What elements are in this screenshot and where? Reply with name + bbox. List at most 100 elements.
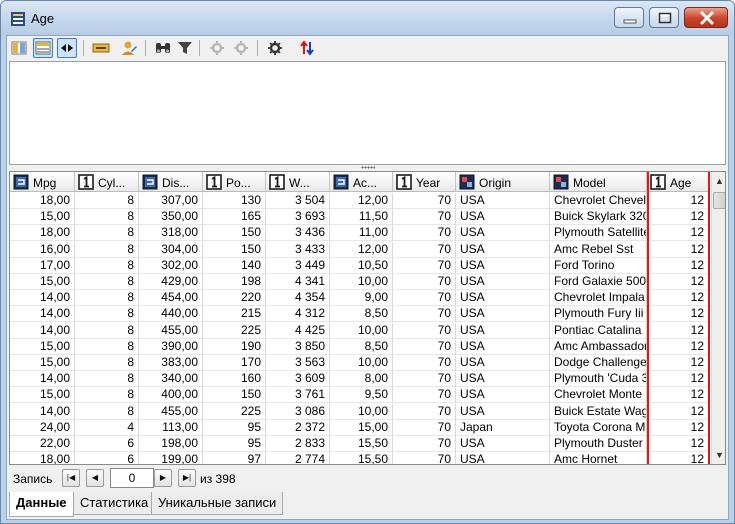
- table-cell[interactable]: 150: [203, 225, 266, 242]
- table-cell[interactable]: 165: [203, 209, 266, 226]
- table-cell[interactable]: 199,00: [139, 452, 203, 464]
- table-cell[interactable]: 8: [75, 403, 139, 420]
- table-cell[interactable]: 70: [393, 209, 456, 226]
- table-cell[interactable]: 2 833: [266, 436, 330, 452]
- table-cell[interactable]: 2 372: [266, 419, 330, 436]
- table-cell[interactable]: USA: [456, 322, 550, 339]
- table-row[interactable]: 22,00 6 198,00 95 2 833 15,50 70 USA Plymouth Du…: [10, 436, 709, 452]
- table-cell[interactable]: 15,00: [10, 274, 75, 290]
- table-cell[interactable]: 12: [647, 257, 709, 274]
- table-row[interactable]: 14,00 8 340,00 160 3 609 8,00 70 USA Plymouth 'C…: [10, 371, 709, 388]
- table-cell[interactable]: 11,00: [330, 225, 393, 242]
- table-cell[interactable]: 11,50: [330, 209, 393, 226]
- table-cell[interactable]: 3 850: [266, 338, 330, 355]
- swap-horizontal-button[interactable]: [57, 38, 77, 58]
- table-cell[interactable]: 3 449: [266, 257, 330, 274]
- table-cell[interactable]: 12: [647, 419, 709, 436]
- table-cell[interactable]: 3 761: [266, 387, 330, 404]
- table-cell[interactable]: 70: [393, 338, 456, 355]
- table-cell[interactable]: Ford Torino: [550, 257, 647, 274]
- title-bar[interactable]: Age: [1, 1, 734, 35]
- table-cell[interactable]: 170: [203, 355, 266, 371]
- table-cell[interactable]: 3 433: [266, 241, 330, 258]
- table-cell[interactable]: 440,00: [139, 306, 203, 323]
- column-header[interactable]: Model: [550, 172, 647, 192]
- tab-unique-records[interactable]: Уникальные записи: [151, 492, 284, 515]
- filter-expression-area[interactable]: [9, 61, 726, 165]
- table-cell[interactable]: USA: [456, 274, 550, 290]
- table-cell[interactable]: 10,00: [330, 322, 393, 339]
- table-cell[interactable]: 8,50: [330, 306, 393, 323]
- next-record-button[interactable]: ▶: [154, 469, 172, 487]
- view-toggle-button[interactable]: [33, 38, 53, 58]
- table-cell[interactable]: 8,50: [330, 338, 393, 355]
- table-cell[interactable]: USA: [456, 355, 550, 371]
- table-cell[interactable]: Amc Rebel Sst: [550, 241, 647, 258]
- table-cell[interactable]: 12: [647, 338, 709, 355]
- table-cell[interactable]: 4 312: [266, 306, 330, 323]
- column-header[interactable]: Origin: [456, 172, 550, 192]
- table-cell[interactable]: Amc Ambassador: [550, 338, 647, 355]
- table-cell[interactable]: 97: [203, 452, 266, 464]
- table-cell[interactable]: 12: [647, 193, 709, 209]
- edit-user-button[interactable]: [119, 38, 139, 58]
- table-cell[interactable]: 130: [203, 193, 266, 209]
- table-cell[interactable]: 3 086: [266, 403, 330, 420]
- find-button[interactable]: [153, 38, 173, 58]
- table-cell[interactable]: 15,00: [10, 338, 75, 355]
- table-cell[interactable]: 12: [647, 371, 709, 388]
- minimize-button[interactable]: [614, 7, 644, 28]
- table-row[interactable]: 18,00 8 318,00 150 3 436 11,00 70 USA Plymouth S…: [10, 225, 709, 242]
- table-cell[interactable]: USA: [456, 387, 550, 404]
- table-cell[interactable]: 10,50: [330, 257, 393, 274]
- table-cell[interactable]: 390,00: [139, 338, 203, 355]
- table-cell[interactable]: 3 609: [266, 371, 330, 388]
- table-cell[interactable]: 70: [393, 225, 456, 242]
- table-cell[interactable]: 429,00: [139, 274, 203, 290]
- table-cell[interactable]: 14,00: [10, 306, 75, 323]
- table-cell[interactable]: 70: [393, 306, 456, 323]
- table-row[interactable]: 15,00 8 350,00 165 3 693 11,50 70 USA Buick Skyl…: [10, 209, 709, 226]
- table-cell[interactable]: Buick Estate Wagon: [550, 403, 647, 420]
- table-cell[interactable]: 198,00: [139, 436, 203, 452]
- table-cell[interactable]: 8: [75, 209, 139, 226]
- table-cell[interactable]: 15,00: [10, 209, 75, 226]
- table-cell[interactable]: 6: [75, 452, 139, 464]
- table-cell[interactable]: 318,00: [139, 225, 203, 242]
- table-cell[interactable]: 9,00: [330, 290, 393, 307]
- table-row[interactable]: 14,00 8 455,00 225 4 425 10,00 70 USA Pontiac Ca…: [10, 322, 709, 339]
- maximize-button[interactable]: [649, 7, 679, 28]
- table-cell[interactable]: Toyota Corona Mark: [550, 419, 647, 436]
- table-cell[interactable]: 225: [203, 403, 266, 420]
- table-cell[interactable]: 10,00: [330, 355, 393, 371]
- scroll-thumb[interactable]: [713, 192, 725, 209]
- column-header[interactable]: Year: [393, 172, 456, 192]
- table-cell[interactable]: 6: [75, 436, 139, 452]
- table-cell[interactable]: 12,00: [330, 193, 393, 209]
- table-cell[interactable]: 22,00: [10, 436, 75, 452]
- table-cell[interactable]: 15,00: [10, 387, 75, 404]
- close-button[interactable]: [684, 7, 728, 28]
- table-cell[interactable]: 304,00: [139, 241, 203, 258]
- table-cell[interactable]: USA: [456, 257, 550, 274]
- table-cell[interactable]: 340,00: [139, 371, 203, 388]
- table-cell[interactable]: 70: [393, 403, 456, 420]
- table-row[interactable]: 15,00 8 400,00 150 3 761 9,50 70 USA Chevrolet M…: [10, 387, 709, 404]
- table-cell[interactable]: 400,00: [139, 387, 203, 404]
- table-cell[interactable]: 3 693: [266, 209, 330, 226]
- table-cell[interactable]: 70: [393, 436, 456, 452]
- prev-record-button[interactable]: ◀: [86, 469, 104, 487]
- vertical-scrollbar[interactable]: ▲ ▼: [711, 172, 725, 464]
- table-cell[interactable]: Plymouth Fury Iii: [550, 306, 647, 323]
- table-cell[interactable]: Dodge Challenger: [550, 355, 647, 371]
- table-cell[interactable]: 12: [647, 225, 709, 242]
- table-cell[interactable]: Pontiac Catalina: [550, 322, 647, 339]
- scroll-down-icon[interactable]: ▼: [713, 448, 725, 462]
- table-cell[interactable]: 95: [203, 419, 266, 436]
- table-cell[interactable]: 14,00: [10, 403, 75, 420]
- table-cell[interactable]: USA: [456, 338, 550, 355]
- table-cell[interactable]: 8: [75, 371, 139, 388]
- table-cell[interactable]: Amc Hornet: [550, 452, 647, 464]
- table-cell[interactable]: 70: [393, 193, 456, 209]
- table-cell[interactable]: Plymouth Duster: [550, 436, 647, 452]
